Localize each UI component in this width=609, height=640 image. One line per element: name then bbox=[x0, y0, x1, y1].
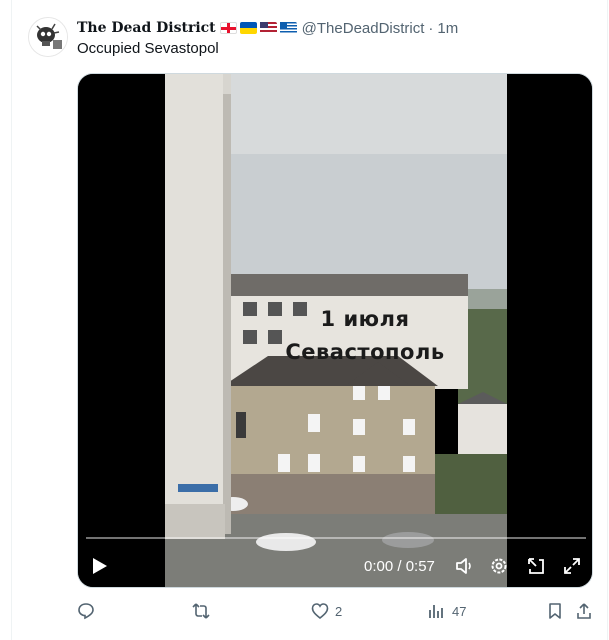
timeline-border-right bbox=[607, 0, 608, 640]
author-handle[interactable]: @TheDeadDistrict bbox=[302, 20, 425, 37]
video-overlay-city: Севастополь bbox=[285, 340, 445, 364]
video-timecode: 0:00 / 0:57 bbox=[364, 558, 435, 575]
video-overlay-date: 1 июля bbox=[320, 307, 410, 331]
video-progress-bar[interactable] bbox=[86, 537, 586, 539]
views-count: 47 bbox=[452, 603, 467, 619]
bookmark-icon bbox=[549, 603, 561, 619]
video-player[interactable]: 1 июля Севастополь 0:00 / 0:57 bbox=[77, 73, 593, 588]
ukraine-flag-icon bbox=[239, 22, 257, 34]
tweet-timestamp[interactable]: 1m bbox=[437, 20, 458, 37]
like-count: 2 bbox=[335, 603, 343, 619]
fullscreen-icon[interactable] bbox=[562, 556, 582, 576]
avatar[interactable] bbox=[28, 17, 68, 57]
tweet-actions: 2 47 bbox=[77, 600, 597, 624]
repost-icon bbox=[192, 603, 210, 619]
usa-flag-icon bbox=[259, 22, 277, 34]
greece-flag-icon bbox=[279, 22, 297, 34]
georgia-flag-icon bbox=[219, 22, 237, 34]
video-frame bbox=[78, 74, 592, 587]
share-icon bbox=[577, 603, 591, 619]
bookmark-button[interactable] bbox=[546, 602, 564, 620]
views-chart-icon bbox=[429, 605, 443, 618]
timeline-border-left bbox=[11, 0, 12, 640]
skull-avatar-icon bbox=[29, 18, 67, 56]
tweet-header: The Dead District @TheDeadDistrict · 1m bbox=[77, 18, 458, 38]
heart-icon bbox=[311, 603, 329, 620]
settings-gear-icon[interactable] bbox=[489, 556, 509, 576]
views-button[interactable]: 47 bbox=[428, 602, 466, 620]
repost-button[interactable] bbox=[192, 602, 216, 620]
video-controls: 0:00 / 0:57 bbox=[78, 552, 592, 582]
tweet-text: Occupied Sevastopol bbox=[77, 40, 219, 57]
picture-in-picture-icon[interactable] bbox=[526, 556, 546, 576]
play-icon[interactable] bbox=[92, 557, 108, 575]
reply-button[interactable] bbox=[77, 602, 101, 620]
share-button[interactable] bbox=[575, 602, 593, 620]
separator-dot: · bbox=[428, 19, 434, 37]
reply-icon bbox=[78, 603, 94, 620]
author-name[interactable]: The Dead District bbox=[77, 20, 216, 36]
author-flags bbox=[219, 22, 297, 34]
volume-icon[interactable] bbox=[454, 556, 474, 576]
like-button[interactable]: 2 bbox=[311, 602, 342, 620]
